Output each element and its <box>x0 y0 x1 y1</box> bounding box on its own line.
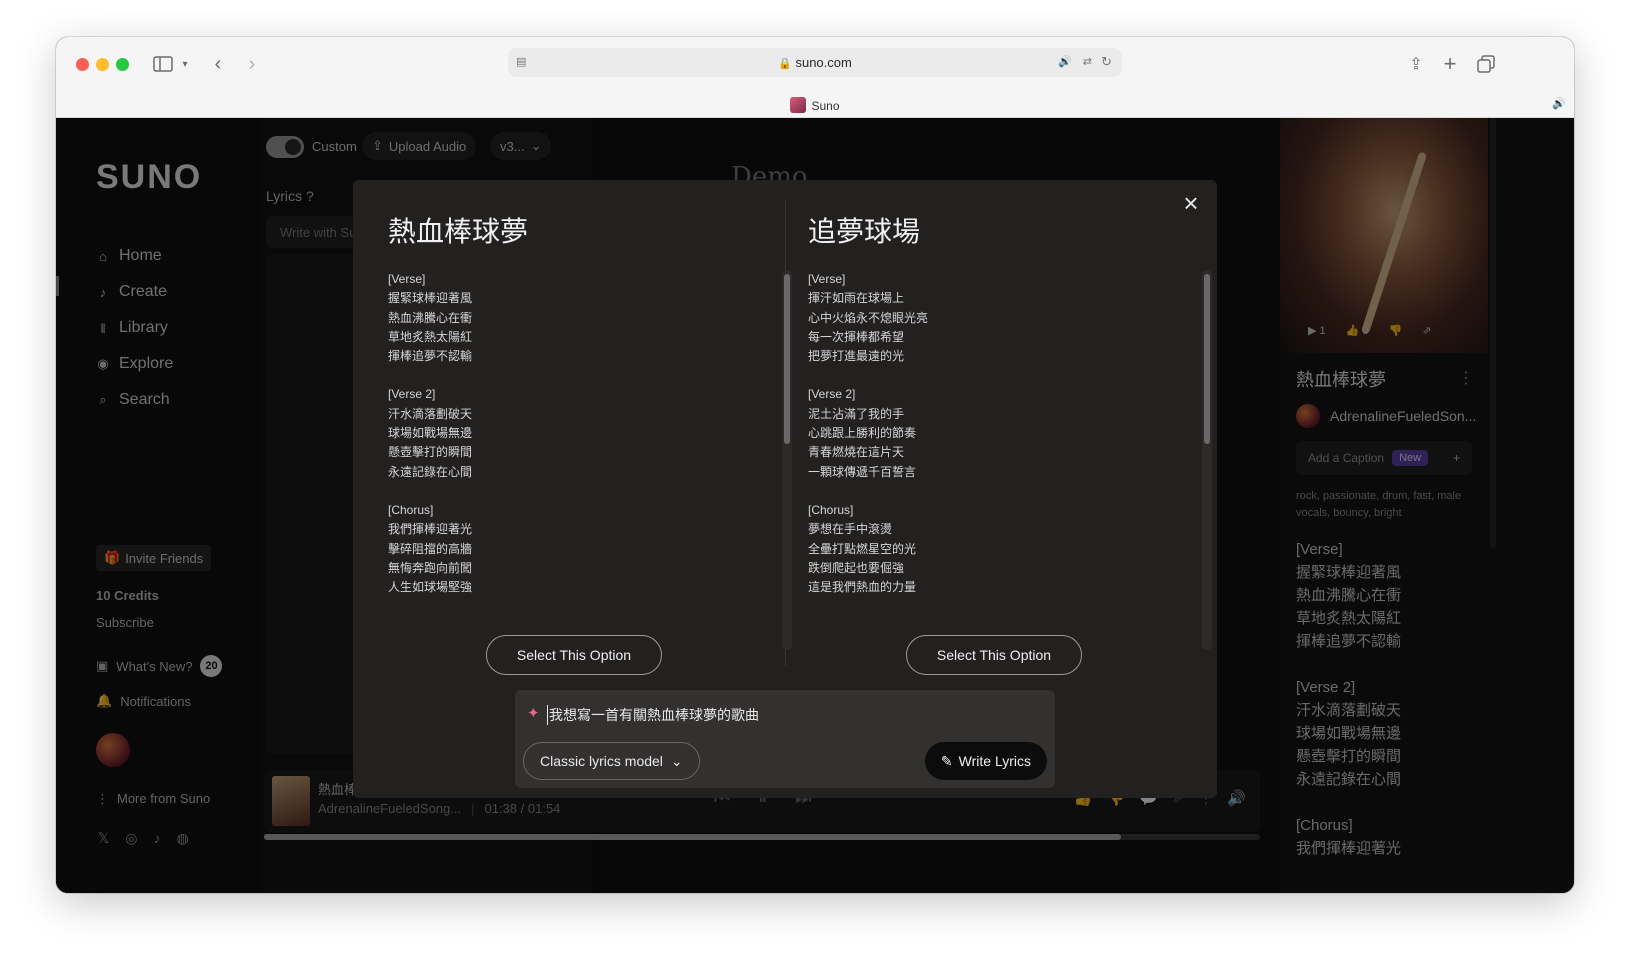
write-lyrics-button[interactable]: ✎ Write Lyrics <box>924 742 1047 780</box>
sidebar-toggle-icon[interactable] <box>148 51 178 77</box>
lock-icon: 🔒 <box>778 58 792 70</box>
lyrics-line: 草地炙熱太陽紅 <box>388 329 473 344</box>
write-lyrics-label: Write Lyrics <box>958 753 1031 769</box>
reload-icon[interactable]: ↻ <box>1101 54 1112 70</box>
lyrics-line: 泥土沾滿了我的手 <box>808 406 905 421</box>
browser-toolbar: ▾ ‹ › ▤ 🔒 suno.com 🔊 ⇄ ↻ ⇪ + Suno 🔊 <box>56 37 1574 118</box>
lyrics-section-head: [Verse] <box>388 272 426 286</box>
lyrics-line: 永遠記錄在心間 <box>388 464 473 479</box>
share-icon[interactable]: ⇪ <box>1406 51 1426 77</box>
lyrics-section-head: [Verse 3] <box>388 616 748 620</box>
lyrics-section-head: [Verse 2] <box>808 387 856 402</box>
forward-icon[interactable]: › <box>242 51 262 77</box>
lyrics-line: 我們揮棒迎著光 <box>388 522 473 537</box>
lyrics-line: 懸壺擊打的瞬間 <box>388 445 473 460</box>
back-icon[interactable]: ‹ <box>208 51 228 77</box>
lyrics-section: [Chorus] 夢想在手中滾燙全壘打點燃星空的光 跌倒爬起也要倔強 這是我們熱血的力… <box>808 501 1168 597</box>
tab-audio-icon[interactable]: 🔊 <box>1552 97 1566 110</box>
lyrics-prompt-box: ✦ 我想寫一首有關熱血棒球夢的歌曲 Classic lyrics model ⌄ … <box>515 690 1055 788</box>
lyrics-section: [Chorus] 我們揮棒迎著光 擊碎阻擋的高牆 無悔奔跑向前闖 人生如球場堅強 <box>388 501 748 597</box>
tab-title: Suno <box>811 99 840 113</box>
new-tab-icon[interactable]: + <box>1440 51 1460 77</box>
lyrics-section-head: [Verse 2] <box>388 387 436 402</box>
option-lyrics: [Verse] 握緊球棒迎著風 熱血沸騰心在衝 草地炙熱太陽紅 揮棒追夢不認輸 [Vers… <box>388 270 748 620</box>
lyrics-section: [Verse 2] 汗水滴落劃破天 球場如戰場無邊 懸壺擊打的瞬間 永遠記錄在心間 <box>388 385 748 481</box>
tab-overview-icon[interactable] <box>1476 51 1496 77</box>
select-option-1-button[interactable]: Select This Option <box>486 635 662 675</box>
option-lyrics: [Verse] 揮汗如雨在球場上心中火焰永不熄眼光亮 每一次揮棒都希望 把夢打進最遠的… <box>808 270 1168 620</box>
lyrics-section: [Verse 3] <box>808 616 1168 620</box>
lyrics-line: 擊碎阻擋的高牆 <box>388 541 473 556</box>
lyrics-line: 心中火焰永不熄眼光亮 <box>808 310 929 325</box>
lyrics-section-head: [Verse 3] <box>808 616 1168 620</box>
lyrics-line: 球場如戰場無邊 <box>388 426 473 441</box>
lyrics-line: 青春燃燒在這片天 <box>808 445 905 460</box>
lyrics-line: 這是我們熱血的力量 <box>808 580 917 595</box>
lyrics-line: 一顆球傳遞千百誓言 <box>808 464 917 479</box>
lyrics-options-modal: × 熱血棒球夢 [Verse] 握緊球棒迎著風 熱血沸騰心在衝 草地炙熱太陽紅 揮棒追夢… <box>353 180 1217 798</box>
lyrics-line: 跌倒爬起也要倔強 <box>808 560 905 575</box>
option-scrollbar[interactable] <box>782 270 792 650</box>
option-title: 追夢球場 <box>808 215 921 248</box>
lyrics-line: 人生如球場堅強 <box>388 580 473 595</box>
lyrics-line: 夢想在手中滾燙 <box>808 522 893 537</box>
lyrics-line: 熱血沸騰心在衝 <box>388 310 473 325</box>
lyrics-line: 無悔奔跑向前闖 <box>388 560 473 575</box>
sparkle-icon: ✦ <box>527 705 540 722</box>
lyrics-model-select[interactable]: Classic lyrics model ⌄ <box>523 742 700 780</box>
close-window-button[interactable] <box>76 58 89 71</box>
lyrics-line: 揮棒追夢不認輸 <box>388 349 473 364</box>
lyrics-line: 揮汗如雨在球場上 <box>808 291 905 306</box>
url-text: suno.com <box>795 55 852 70</box>
translate-icon[interactable]: ⇄ <box>1083 55 1092 68</box>
tab-bar: Suno 🔊 <box>56 92 1574 118</box>
lyrics-line: 把夢打進最遠的光 <box>808 349 905 364</box>
select-option-2-button[interactable]: Select This Option <box>906 635 1082 675</box>
suno-app: SUNO ⌂ Home ♪ Create ‖ Library ◉ Explore ⌕ Se… <box>56 118 1574 893</box>
lyrics-section: [Verse 2] 泥土沾滿了我的手 心跳跟上勝利的節奏 青春燃燒在這片天 一顆球傳遞千… <box>808 385 1168 481</box>
pencil-icon: ✎ <box>940 752 953 769</box>
lyrics-option-2: 追夢球場 [Verse] 揮汗如雨在球場上心中火焰永不熄眼光亮 每一次揮棒都希望 把夢… <box>808 210 1212 650</box>
option-scrollbar[interactable] <box>1202 270 1212 650</box>
minimize-window-button[interactable] <box>96 58 109 71</box>
lyrics-section-head: [Verse] <box>808 272 846 286</box>
lyrics-line: 每一次揮棒都希望 <box>808 329 905 344</box>
scroll-thumb[interactable] <box>1204 274 1210 444</box>
address-bar[interactable]: ▤ 🔒 suno.com 🔊 ⇄ ↻ <box>508 48 1122 77</box>
suno-favicon-icon <box>790 97 807 113</box>
active-tab[interactable]: Suno <box>56 97 1574 113</box>
lyrics-line: 汗水滴落劃破天 <box>388 406 473 421</box>
browser-window: ▾ ‹ › ▤ 🔒 suno.com 🔊 ⇄ ↻ ⇪ + Suno 🔊 SUNO… <box>56 37 1574 893</box>
lyrics-section: [Verse] 揮汗如雨在球場上心中火焰永不熄眼光亮 每一次揮棒都希望 把夢打進最遠的… <box>808 270 1168 366</box>
lyrics-section: [Verse 3] <box>388 616 748 620</box>
chevron-down-icon[interactable]: ▾ <box>178 51 192 77</box>
lyrics-prompt-input[interactable]: 我想寫一首有關熱血棒球夢的歌曲 <box>547 705 759 725</box>
maximize-window-button[interactable] <box>116 58 129 71</box>
chevron-down-icon: ⌄ <box>670 752 683 769</box>
lyrics-option-1: 熱血棒球夢 [Verse] 握緊球棒迎著風 熱血沸騰心在衝 草地炙熱太陽紅 揮棒追夢不認… <box>388 210 792 650</box>
audio-playing-icon[interactable]: 🔊 <box>1058 55 1072 68</box>
lyrics-line: 全壘打點燃星空的光 <box>808 541 917 556</box>
model-label: Classic lyrics model <box>540 753 663 769</box>
option-title: 熱血棒球夢 <box>388 215 529 248</box>
lyrics-line: 心跳跟上勝利的節奏 <box>808 426 917 441</box>
lyrics-line: 握緊球棒迎著風 <box>388 291 473 306</box>
lyrics-section: [Verse] 握緊球棒迎著風 熱血沸騰心在衝 草地炙熱太陽紅 揮棒追夢不認輸 <box>388 270 748 366</box>
lyrics-section-head: [Chorus] <box>808 502 854 517</box>
scroll-thumb[interactable] <box>784 274 790 444</box>
lyrics-section-head: [Chorus] <box>388 502 434 517</box>
